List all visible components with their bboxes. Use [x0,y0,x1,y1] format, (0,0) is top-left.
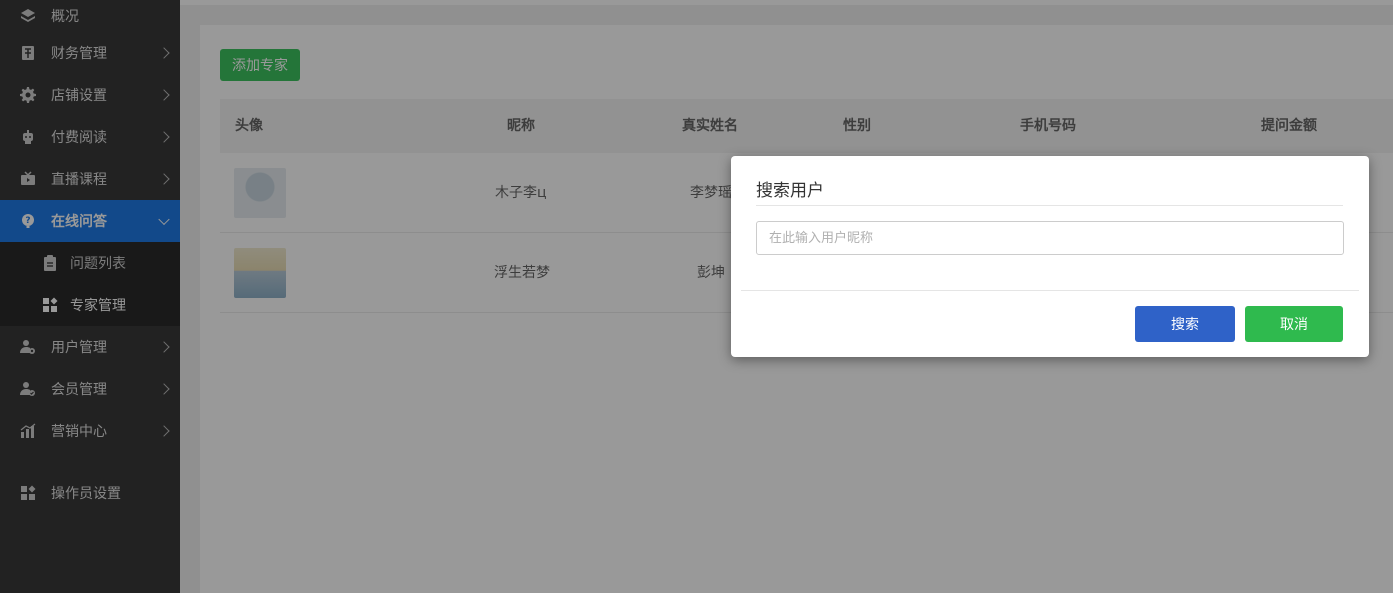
search-button[interactable]: 搜索 [1135,306,1235,342]
nickname-search-input[interactable] [756,221,1344,255]
divider [756,205,1343,206]
dialog-title: 搜索用户 [756,181,824,201]
divider [741,290,1359,291]
search-user-dialog: 搜索用户 搜索 取消 [731,156,1369,357]
cancel-button[interactable]: 取消 [1245,306,1343,342]
